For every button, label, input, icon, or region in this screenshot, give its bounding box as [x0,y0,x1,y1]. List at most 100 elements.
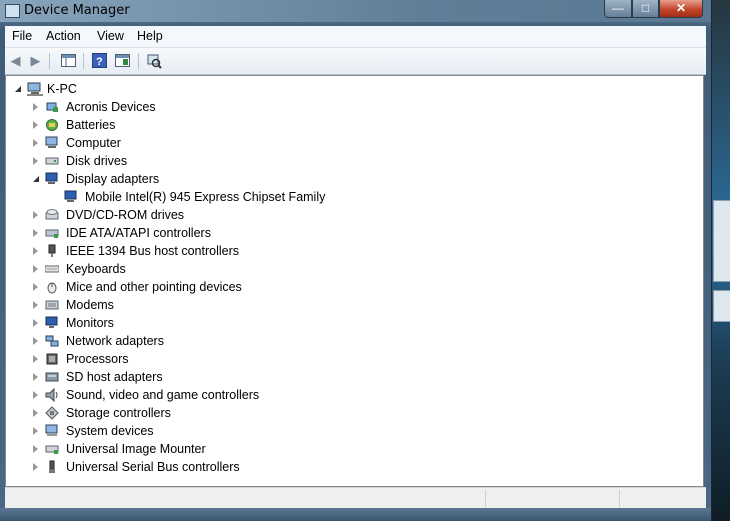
expand-arrow-icon[interactable] [33,283,38,291]
expand-arrow-icon[interactable] [33,463,38,471]
minimize-button[interactable]: — [604,0,632,18]
tree-item-label: Sound, video and game controllers [66,388,260,402]
tree-item-label: Keyboards [66,262,126,276]
network-adapter-icon [45,334,59,347]
tree-category-modems[interactable]: Modems [6,296,696,314]
tree-category-acronis-devices[interactable]: Acronis Devices [6,98,696,116]
expand-arrow-icon[interactable] [33,229,38,237]
expand-arrow-icon[interactable] [33,355,38,363]
expand-arrow-icon[interactable] [33,103,38,111]
expand-arrow-icon[interactable] [33,427,38,435]
tree-category-storage-controllers[interactable]: Storage controllers [6,404,696,422]
toolbar-separator [49,53,50,69]
tree-category-sound-video-and-game-controllers[interactable]: Sound, video and game controllers [6,386,696,404]
tree-item-label: Universal Image Mounter [66,442,206,456]
tree-root[interactable]: K-PC [6,80,696,98]
toolbar-separator [83,53,84,69]
close-button[interactable]: ✕ [659,0,703,18]
tree-category-computer[interactable]: Computer [6,134,696,152]
display-adapter-icon [45,172,59,185]
device-manager-app-icon [5,4,20,18]
expand-arrow-icon[interactable] [33,265,38,273]
help-icon[interactable]: ? [91,52,108,69]
background-window-sliver [713,290,730,322]
collapse-arrow-icon[interactable] [33,176,39,182]
tree-item-label: Mice and other pointing devices [66,280,242,294]
tree-category-processors[interactable]: Processors [6,350,696,368]
disk-drive-icon [45,154,59,167]
tree-category-dvd-cd-rom-drives[interactable]: DVD/CD-ROM drives [6,206,696,224]
tree-item-label: Modems [66,298,114,312]
device-tree[interactable]: K-PC Acronis Devices Batteries Computer Dis… [5,75,704,487]
show-hide-console-tree-icon[interactable] [60,52,77,69]
tree-category-monitors[interactable]: Monitors [6,314,696,332]
expand-arrow-icon[interactable] [33,247,38,255]
tree-category-system-devices[interactable]: System devices [6,422,696,440]
image-mounter-icon [45,442,59,455]
forward-icon[interactable]: ▶ [27,52,44,69]
tree-category-universal-serial-bus-controllers[interactable]: Universal Serial Bus controllers [6,458,696,476]
tree-item-label: IEEE 1394 Bus host controllers [66,244,240,258]
expand-arrow-icon[interactable] [33,211,38,219]
tree-category-sd-host-adapters[interactable]: SD host adapters [6,368,696,386]
back-icon[interactable]: ◀ [7,52,24,69]
properties-icon[interactable] [114,52,131,69]
status-divider [619,490,620,507]
expand-arrow-icon[interactable] [33,409,38,417]
tree-category-network-adapters[interactable]: Network adapters [6,332,696,350]
tree-item-label: Disk drives [66,154,128,168]
status-divider [485,490,486,507]
computer-icon [45,136,59,149]
tree-category-disk-drives[interactable]: Disk drives [6,152,696,170]
tree-item-label: DVD/CD-ROM drives [66,208,185,222]
tree-item-label: Monitors [66,316,114,330]
menu-file[interactable]: File [12,29,32,43]
menu-action[interactable]: Action [46,29,81,43]
menu-help[interactable]: Help [137,29,163,43]
window-bottom-frame [0,508,711,521]
expand-arrow-icon[interactable] [33,121,38,129]
system-device-icon [45,424,59,437]
tree-category-ide-ata-atapi-controllers[interactable]: IDE ATA/ATAPI controllers [6,224,696,242]
expand-arrow-icon[interactable] [33,319,38,327]
tree-category-mice-and-other-pointing-devices[interactable]: Mice and other pointing devices [6,278,696,296]
toolbar: ◀ ▶ ? [5,48,706,75]
dvd-drive-icon [45,208,59,221]
expand-arrow-icon[interactable] [33,301,38,309]
maximize-button[interactable]: □ [632,0,659,18]
toolbar-separator [138,53,139,69]
ide-controller-icon [45,226,59,239]
tree-item-label: Computer [66,136,121,150]
tree-category-display-adapters[interactable]: Display adapters [6,170,696,188]
sd-host-icon [45,370,59,383]
expand-arrow-icon[interactable] [33,391,38,399]
expand-arrow-icon[interactable] [33,157,38,165]
tree-device-child-0[interactable]: Mobile Intel(R) 945 Express Chipset Fami… [6,188,696,206]
collapse-arrow-icon[interactable] [15,86,21,92]
tree-item-label: Mobile Intel(R) 945 Express Chipset Fami… [85,190,326,204]
background-window-sliver [713,200,730,282]
scan-hardware-icon[interactable] [145,52,162,69]
menu-view[interactable]: View [97,29,124,43]
expand-arrow-icon[interactable] [33,139,38,147]
device-manager-window: Device Manager — □ ✕ File Action View He… [0,0,712,521]
tree-item-label: Storage controllers [66,406,171,420]
title-bar[interactable]: Device Manager — □ ✕ [0,0,711,22]
acronis-device-icon [45,100,59,113]
tree-item-label: SD host adapters [66,370,163,384]
display-adapter-icon [64,190,78,203]
tree-item-label: Acronis Devices [66,100,156,114]
tree-item-label: Processors [66,352,129,366]
tree-category-ieee-1394-bus-host-controllers[interactable]: IEEE 1394 Bus host controllers [6,242,696,260]
ieee1394-icon [45,244,59,257]
tree-item-label: Batteries [66,118,116,132]
status-bar [5,487,706,509]
tree-item-label: System devices [66,424,154,438]
tree-category-universal-image-mounter[interactable]: Universal Image Mounter [6,440,696,458]
expand-arrow-icon[interactable] [33,337,38,345]
svg-text:?: ? [96,56,103,68]
tree-category-batteries[interactable]: Batteries [6,116,696,134]
expand-arrow-icon[interactable] [33,445,38,453]
expand-arrow-icon[interactable] [33,373,38,381]
tree-category-keyboards[interactable]: Keyboards [6,260,696,278]
